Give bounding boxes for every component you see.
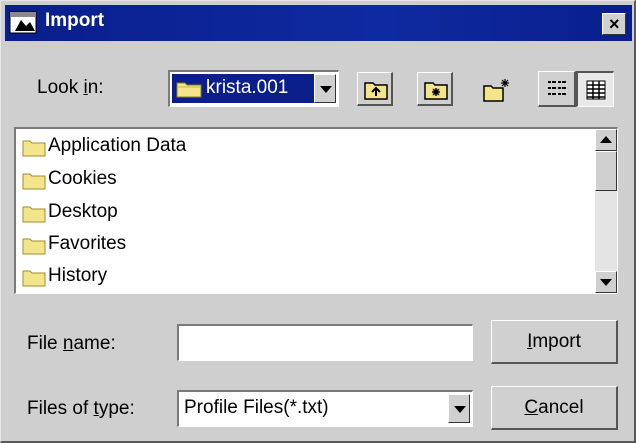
file-name: Application Data xyxy=(48,135,187,156)
scroll-down-button[interactable] xyxy=(595,271,617,293)
file-name-field[interactable] xyxy=(177,324,473,361)
folder-icon xyxy=(22,139,46,163)
files-of-type-value: Profile Files(*.txt) xyxy=(184,397,329,418)
folder-icon xyxy=(22,172,46,196)
window-title: Import xyxy=(45,10,105,31)
folder-icon xyxy=(22,269,46,293)
import-button[interactable]: Import xyxy=(491,320,618,364)
look-in-label: Look in: xyxy=(37,77,104,98)
details-view-button[interactable] xyxy=(576,71,614,107)
file-name: Favorites xyxy=(48,233,127,254)
files-of-type-dropdown[interactable]: Profile Files(*.txt) xyxy=(177,390,473,427)
file-list-scrollbar[interactable] xyxy=(595,129,617,293)
file-name: Cookies xyxy=(48,168,117,189)
look-in-dropdown[interactable]: krista.001 xyxy=(168,70,339,107)
file-list[interactable]: Application Data Cookies Desktop Favorit… xyxy=(14,127,618,294)
title-bar[interactable]: Import × xyxy=(5,5,632,41)
file-name-label: File name: xyxy=(27,333,116,354)
up-one-level-button[interactable] xyxy=(357,72,393,106)
scroll-up-button[interactable] xyxy=(595,129,617,151)
look-in-dropdown-arrow[interactable] xyxy=(314,74,336,103)
files-of-type-label: Files of type: xyxy=(27,398,135,419)
list-view-button[interactable] xyxy=(538,71,576,107)
view-toggle-group xyxy=(538,71,614,107)
close-icon: × xyxy=(609,14,620,34)
look-in-selected: krista.001 xyxy=(172,74,316,103)
file-name: Desktop xyxy=(48,201,118,222)
import-dialog: Import × Look in: krista.001 Application… xyxy=(0,0,636,443)
scroll-thumb[interactable] xyxy=(595,151,617,191)
home-button[interactable] xyxy=(417,72,453,106)
folder-icon xyxy=(176,80,202,104)
cancel-button[interactable]: Cancel xyxy=(491,386,618,430)
folder-icon xyxy=(22,237,46,261)
app-icon xyxy=(9,11,39,35)
new-folder-button[interactable] xyxy=(477,72,513,106)
folder-icon xyxy=(22,205,46,229)
files-of-type-dropdown-arrow[interactable] xyxy=(448,394,470,423)
file-name: History xyxy=(48,265,108,286)
close-button[interactable]: × xyxy=(602,13,626,35)
look-in-value: krista.001 xyxy=(206,77,289,98)
